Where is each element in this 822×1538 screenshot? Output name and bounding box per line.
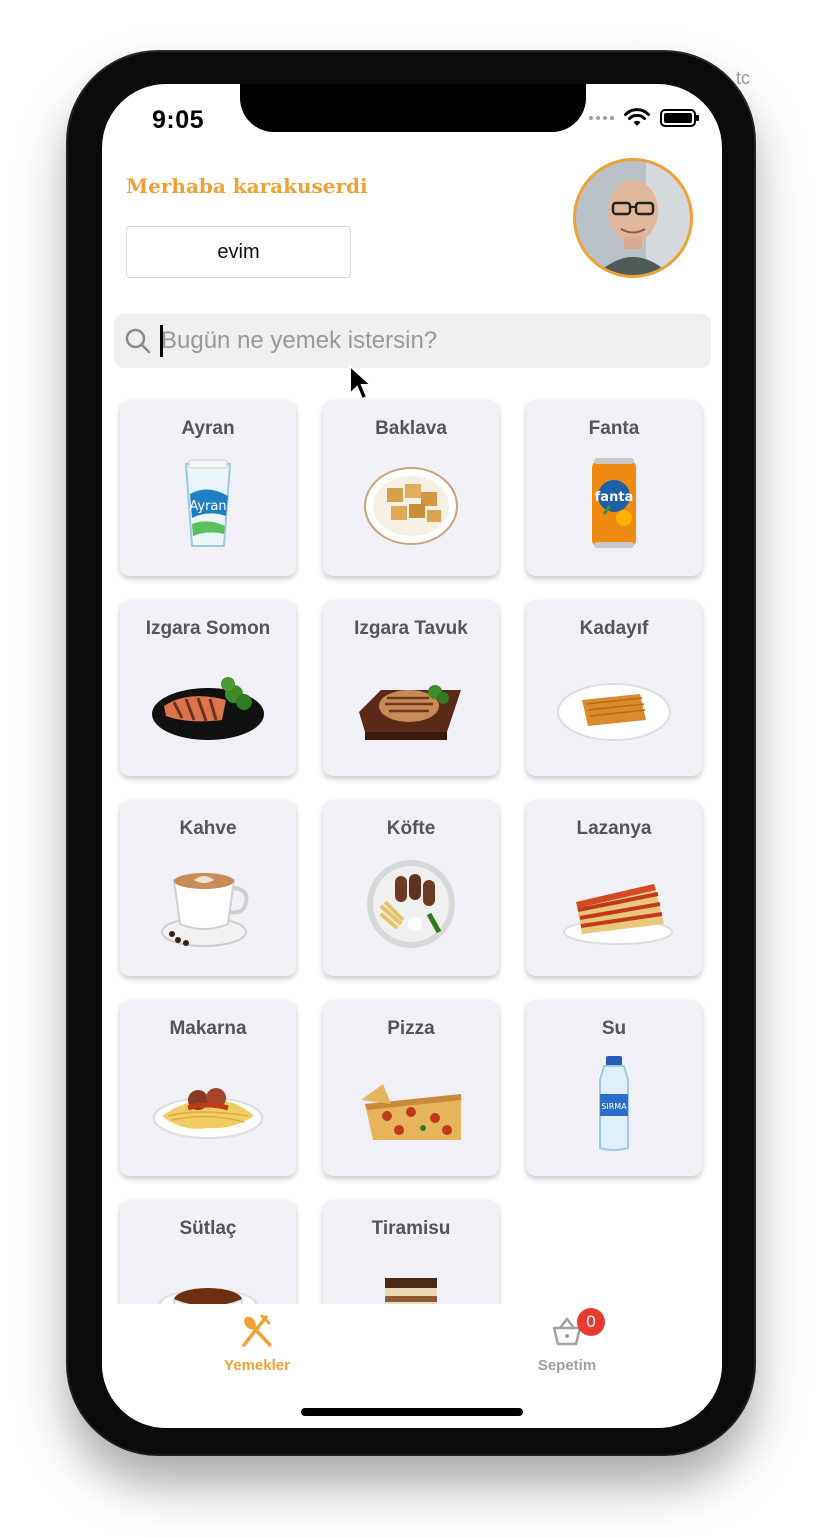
food-card[interactable]: Fanta fanta — [526, 400, 702, 576]
food-card-title: Pizza — [387, 1018, 435, 1039]
sutlac-bowl-icon — [159, 1288, 257, 1304]
status-time: 9:05 — [152, 106, 205, 134]
food-card-title: Kahve — [179, 818, 237, 839]
phone-screen: 9:05 Merhaba karakuserdi evim Bugün ne y… — [102, 84, 722, 1428]
food-card[interactable]: Izgara Somon — [120, 600, 296, 776]
food-card-title: Su — [601, 1018, 627, 1039]
food-card[interactable]: Kahve — [120, 800, 296, 976]
food-card-title: Makarna — [169, 1018, 247, 1039]
grilled-salmon-icon — [152, 677, 264, 740]
window-edge-text: tc — [736, 68, 751, 88]
tab-label-yemekler: Yemekler — [224, 1357, 290, 1374]
food-grid: Ayran Ayran Baklava Fanta fanta Izgara Somon I… — [102, 394, 722, 1304]
baklava-plate-icon — [364, 467, 458, 545]
food-card[interactable]: Izgara Tavuk — [323, 600, 499, 776]
food-card[interactable]: Köfte — [323, 800, 499, 976]
food-card-title: Kadayıf — [579, 618, 649, 639]
food-card-title: Sütlaç — [179, 1218, 237, 1239]
notch — [240, 84, 586, 132]
avatar-photo — [576, 161, 690, 275]
food-card-title: Izgara Tavuk — [354, 618, 468, 639]
wifi-icon — [624, 108, 650, 126]
battery-icon — [660, 109, 699, 127]
fork-spoon-icon — [242, 1314, 272, 1347]
search-icon — [125, 328, 151, 354]
food-card[interactable]: Pizza — [323, 1000, 499, 1176]
mouse-cursor-icon — [349, 364, 374, 401]
water-bottle-icon: SIRMA — [599, 1056, 629, 1151]
tab-sepetim[interactable]: 0 Sepetim — [497, 1308, 637, 1374]
search-bar[interactable] — [114, 314, 711, 368]
lasagna-icon — [563, 884, 673, 945]
profile-avatar[interactable] — [573, 158, 693, 278]
search-input[interactable] — [161, 327, 661, 355]
fanta-can-icon: fanta — [592, 458, 636, 548]
food-card[interactable]: Makarna — [120, 1000, 296, 1176]
grilled-chicken-icon — [359, 685, 461, 740]
food-card-title: Köfte — [386, 818, 436, 839]
food-card[interactable]: Su SIRMA — [526, 1000, 702, 1176]
food-card-title: Izgara Somon — [145, 618, 271, 639]
food-card[interactable]: Sütlaç — [120, 1200, 296, 1304]
svg-text:SIRMA: SIRMA — [601, 1102, 627, 1111]
kofte-plate-icon — [367, 860, 455, 948]
food-card[interactable]: Tiramisu — [323, 1200, 499, 1304]
signal-icon — [589, 116, 614, 120]
food-card-title: Fanta — [588, 418, 640, 439]
food-card[interactable]: Baklava — [323, 400, 499, 576]
food-card[interactable]: Ayran Ayran — [120, 400, 296, 576]
tiramisu-icon — [385, 1278, 437, 1304]
svg-text:fanta: fanta — [595, 490, 634, 505]
status-icons — [589, 108, 699, 128]
food-card[interactable]: Lazanya — [526, 800, 702, 976]
food-card-title: Lazanya — [576, 818, 652, 839]
greeting-text: Merhaba karakuserdi — [126, 174, 368, 198]
pizza-icon — [361, 1084, 461, 1140]
cart-badge: 0 — [577, 1308, 605, 1336]
food-card-title: Ayran — [181, 418, 235, 439]
kadayif-plate-icon — [557, 683, 671, 741]
svg-text:Ayran: Ayran — [189, 499, 226, 514]
food-card[interactable]: Kadayıf — [526, 600, 702, 776]
coffee-cup-icon — [161, 873, 249, 947]
tab-yemekler[interactable]: Yemekler — [187, 1314, 327, 1374]
food-card-title: Tiramisu — [371, 1218, 451, 1239]
food-card-title: Baklava — [375, 418, 447, 439]
address-button[interactable]: evim — [126, 226, 351, 278]
pasta-plate-icon — [153, 1088, 263, 1139]
ayran-cup-icon: Ayran — [184, 459, 232, 547]
home-indicator[interactable] — [301, 1408, 523, 1416]
tab-label-sepetim: Sepetim — [537, 1357, 597, 1374]
